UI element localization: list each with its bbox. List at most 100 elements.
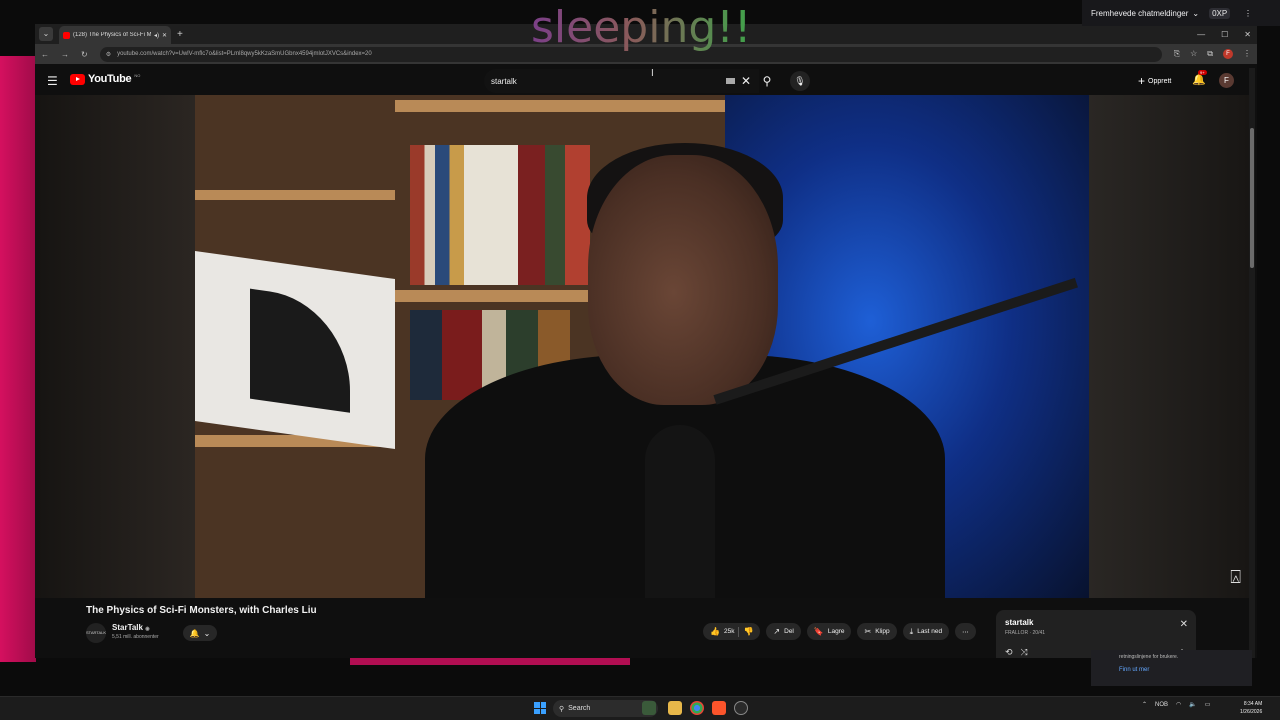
clock-date: 1/26/2026 xyxy=(1240,709,1263,715)
artwork xyxy=(250,288,350,413)
scissors-icon: ✂ xyxy=(864,627,872,636)
speaker-icon[interactable]: 🔈 xyxy=(1189,701,1196,708)
youtube-play-icon xyxy=(70,73,85,85)
books xyxy=(410,145,590,285)
channel-name-text[interactable]: StarTalk xyxy=(112,623,143,632)
windows-start-icon[interactable] xyxy=(534,702,546,714)
search-input-value[interactable]: startalk xyxy=(491,77,517,86)
share-button[interactable]: ↗ Del xyxy=(766,623,801,640)
learn-more-link[interactable]: Finn ut mer xyxy=(1119,667,1224,673)
clip-label: Klipp xyxy=(875,628,890,635)
chevron-down-icon: ⌄ xyxy=(203,628,211,638)
system-tray: ⌃ NOB ◠ 🔈 ▭ xyxy=(1142,701,1211,709)
account-avatar[interactable]: F xyxy=(1219,73,1234,88)
scrollbar-thumb[interactable] xyxy=(1250,128,1254,268)
shuffle-icon[interactable]: ⤨ xyxy=(1021,647,1028,658)
site-info-icon[interactable]: ⚙ xyxy=(106,51,111,58)
brave-icon[interactable] xyxy=(712,701,726,715)
profile-button[interactable]: F xyxy=(1223,49,1233,59)
region-code: NO xyxy=(134,73,141,78)
tab-list-button[interactable]: ⌄ xyxy=(39,27,53,41)
search-icon: ⚲ xyxy=(762,74,772,88)
chevron-up-icon[interactable]: ⌃ xyxy=(1142,701,1147,708)
minimize-button[interactable]: — xyxy=(1197,30,1205,39)
hamburger-menu-icon[interactable]: ☰ xyxy=(47,74,58,88)
share-icon: ↗ xyxy=(773,627,781,636)
loop-icon[interactable]: ⟲ xyxy=(1005,647,1013,658)
new-tab-button[interactable]: + xyxy=(177,29,183,40)
shelf xyxy=(395,100,740,112)
browser-window: ⌄ (128) The Physics of Sci-Fi M ◂) ✕ + —… xyxy=(35,24,1257,658)
channel-avatar[interactable]: STARTALK xyxy=(86,623,106,643)
clear-search-icon[interactable]: ✕ xyxy=(741,74,751,88)
more-icon: ⋯ xyxy=(962,628,969,636)
channel-watermark-icon[interactable]: ⍓ xyxy=(1230,567,1241,588)
subscription-bell-button[interactable]: 🔔 ⌄ xyxy=(183,625,217,641)
create-button[interactable]: + Opprett xyxy=(1138,74,1171,88)
text-cursor-icon: I xyxy=(651,68,654,79)
search-icon: ⚲ xyxy=(559,705,565,713)
forward-button[interactable]: → xyxy=(61,50,69,59)
chevron-down-icon[interactable]: ⌄ xyxy=(1192,9,1199,18)
clock-time: 8:34 AM xyxy=(1243,701,1263,707)
notification-count-badge: 9+ xyxy=(1198,70,1207,75)
page-scrollbar[interactable] xyxy=(1249,68,1255,658)
notifications-button[interactable]: 🔔 9+ xyxy=(1192,70,1207,86)
tab-title: (128) The Physics of Sci-Fi M xyxy=(73,32,151,38)
playlist-controls: ⟲ ⤨ xyxy=(1005,647,1028,658)
url-text[interactable]: youtube.com/watch?v=UwlV-mflc7o&list=PLm… xyxy=(117,51,372,57)
obs-icon[interactable] xyxy=(734,701,748,715)
background-window-strip xyxy=(0,56,36,662)
featured-chat-label[interactable]: Fremhevede chatmeldinger xyxy=(1091,9,1188,18)
channel-name[interactable]: StarTalk ◉ xyxy=(112,623,150,632)
close-icon[interactable]: ✕ xyxy=(1180,619,1188,630)
widgets-icon[interactable] xyxy=(642,701,656,715)
tab-youtube[interactable]: (128) The Physics of Sci-Fi M ◂) ✕ xyxy=(59,26,171,44)
reload-button[interactable]: ↻ xyxy=(81,50,88,59)
taskbar: ⚲ Search ⌃ NOB ◠ 🔈 ▭ 8:34 AM 1/26/2026 xyxy=(0,696,1280,720)
install-icon[interactable]: ⎘ xyxy=(1174,49,1180,59)
notification-text: retningslinjene for brukere. xyxy=(1119,654,1179,660)
youtube-logo-text: YouTube xyxy=(88,73,132,85)
maximize-button[interactable]: ☐ xyxy=(1221,30,1228,39)
battery-icon[interactable]: ▭ xyxy=(1205,701,1211,708)
clock[interactable]: 8:34 AM 1/26/2026 xyxy=(1240,700,1262,716)
taskbar-search-label: Search xyxy=(568,705,591,712)
extensions-icon[interactable]: ⧉ xyxy=(1207,49,1213,59)
save-label: Lagre xyxy=(827,628,845,635)
playlist-subtitle: FRALLOR · 20/41 xyxy=(1005,630,1046,636)
video-player[interactable]: ⍓ xyxy=(35,95,1251,598)
divider xyxy=(738,626,740,637)
download-button[interactable]: ⤓ Last ned xyxy=(902,623,950,640)
video-frame[interactable] xyxy=(195,95,1089,598)
playlist-title[interactable]: startalk xyxy=(1005,618,1187,627)
audio-icon[interactable]: ◂) xyxy=(154,32,159,39)
language-indicator[interactable]: NOB xyxy=(1155,702,1168,708)
shelf xyxy=(195,190,395,200)
tab-close-icon[interactable]: ✕ xyxy=(162,32,167,39)
toolbar-right: ⎘ ☆ ⧉ F ⋮ xyxy=(1174,49,1251,59)
voice-search-button[interactable]: 🎙 xyxy=(790,71,810,91)
back-button[interactable]: ← xyxy=(41,50,49,59)
clip-button[interactable]: ✂ Klipp xyxy=(857,623,897,640)
stream-overlay-text: sleeping!! xyxy=(531,2,752,53)
xp-badge: 0XP xyxy=(1209,7,1231,19)
youtube-logo[interactable]: YouTube NO xyxy=(70,73,140,85)
close-window-button[interactable]: ✕ xyxy=(1244,30,1251,39)
keyboard-icon[interactable] xyxy=(725,78,735,84)
desktop: sleeping!! Fremhevede chatmeldinger ⌄ 0X… xyxy=(0,0,1280,720)
search-button[interactable]: ⚲ xyxy=(753,69,781,93)
subscriber-count: 5,51 mill. abonnenter xyxy=(112,634,159,640)
browser-menu-icon[interactable]: ⋮ xyxy=(1243,49,1251,59)
save-button[interactable]: 🔖 Lagre xyxy=(806,623,852,640)
thumbs-down-icon[interactable]: 👎 xyxy=(743,627,753,636)
bookmark-star-icon[interactable]: ☆ xyxy=(1190,49,1197,59)
like-button[interactable]: 👍 25k 👎 xyxy=(703,623,761,640)
stream-chat-bar[interactable]: Fremhevede chatmeldinger ⌄ 0XP ⋮ xyxy=(1082,0,1280,26)
more-actions-button[interactable]: ⋯ xyxy=(955,623,976,640)
wifi-icon[interactable]: ◠ xyxy=(1176,701,1181,708)
file-explorer-icon[interactable] xyxy=(668,701,682,715)
chrome-icon[interactable] xyxy=(690,701,704,715)
search-input[interactable]: startalk ✕ xyxy=(484,69,759,93)
more-icon[interactable]: ⋮ xyxy=(1244,9,1252,18)
